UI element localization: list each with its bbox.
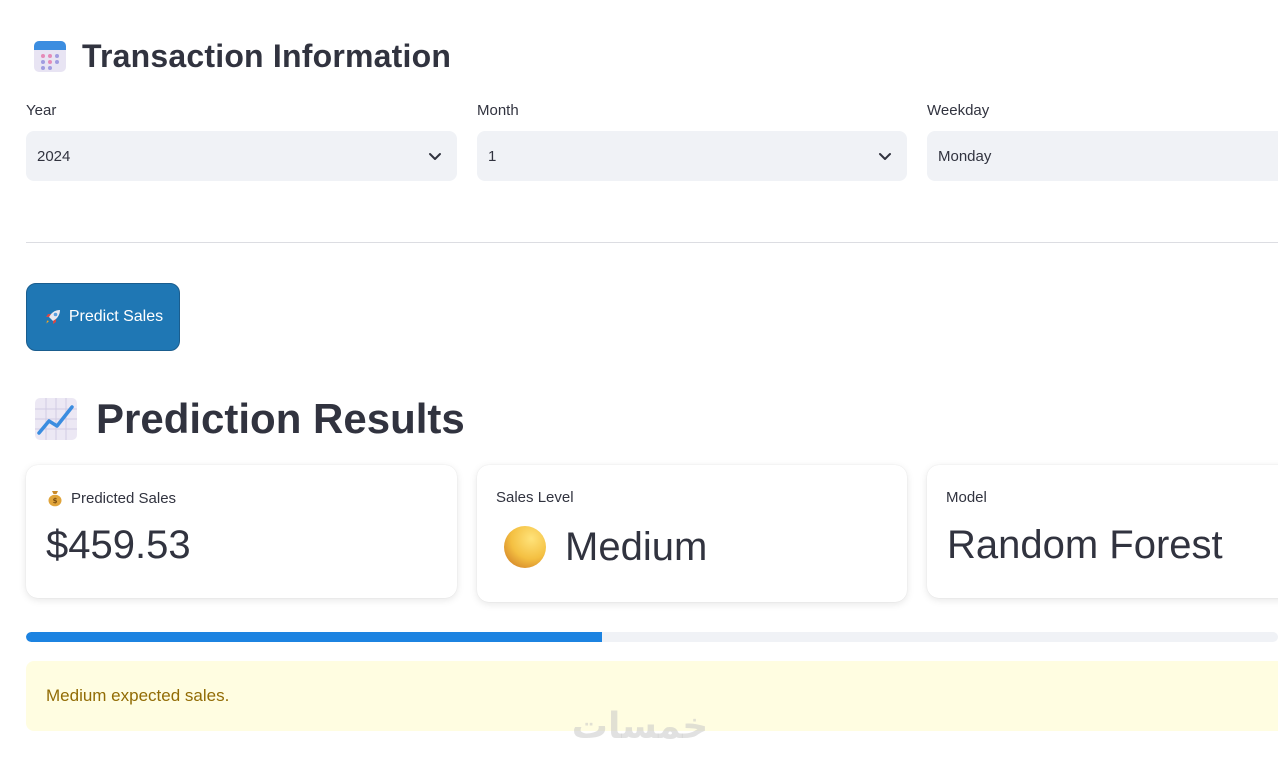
month-value: 1 xyxy=(488,147,497,165)
year-field: Year 2024 xyxy=(26,100,457,181)
predicted-sales-card: $ Predicted Sales $459.53 xyxy=(26,465,457,598)
transaction-header: Transaction Information xyxy=(32,34,451,78)
sales-warning-message: Medium expected sales. xyxy=(46,686,230,705)
sales-progress-fill xyxy=(26,632,602,642)
weekday-label: Weekday xyxy=(927,102,990,119)
sales-progress-bar xyxy=(26,632,1278,642)
app-page: Transaction Information Year 2024 Month … xyxy=(0,0,1278,758)
sales-level-value: Medium xyxy=(565,525,708,569)
month-label: Month xyxy=(477,102,519,119)
predicted-sales-label-row: $ Predicted Sales xyxy=(46,489,176,507)
watermark-text: خمسات xyxy=(571,705,709,747)
weekday-value: Monday xyxy=(938,147,992,165)
predict-sales-label: Predict Sales xyxy=(68,308,164,325)
transaction-title: Transaction Information xyxy=(82,37,452,74)
sales-level-label: Sales Level xyxy=(496,489,574,506)
chart-increasing-icon xyxy=(35,398,77,440)
chevron-down-icon[interactable] xyxy=(877,148,893,164)
month-select[interactable]: 1 xyxy=(477,131,907,181)
yellow-circle-icon xyxy=(504,526,546,568)
svg-text:$: $ xyxy=(53,497,58,505)
predicted-sales-value: $459.53 xyxy=(46,523,191,567)
section-divider xyxy=(26,242,1278,243)
watermark-logo: خمسات xyxy=(560,705,720,747)
predict-sales-button[interactable]: Predict Sales xyxy=(26,283,180,351)
month-field: Month 1 xyxy=(477,100,907,181)
money-bag-icon: $ xyxy=(48,491,62,507)
model-value: Random Forest xyxy=(947,523,1223,567)
year-label: Year xyxy=(26,102,57,119)
model-card: Model Random Forest xyxy=(927,465,1278,598)
year-select[interactable]: 2024 xyxy=(26,131,457,181)
chevron-down-icon[interactable] xyxy=(427,148,443,164)
results-header: Prediction Results xyxy=(32,392,465,446)
sales-level-card: Sales Level Medium xyxy=(477,465,907,602)
weekday-select[interactable]: Monday xyxy=(927,131,1278,181)
year-value: 2024 xyxy=(37,147,71,165)
results-title: Prediction Results xyxy=(96,395,465,442)
predicted-sales-label: Predicted Sales xyxy=(71,489,177,507)
weekday-field: Weekday Monday xyxy=(927,100,1278,181)
model-label: Model xyxy=(946,489,987,506)
sales-level-value-row: Medium xyxy=(503,523,707,571)
calendar-icon xyxy=(34,41,66,72)
rocket-icon xyxy=(45,310,60,324)
